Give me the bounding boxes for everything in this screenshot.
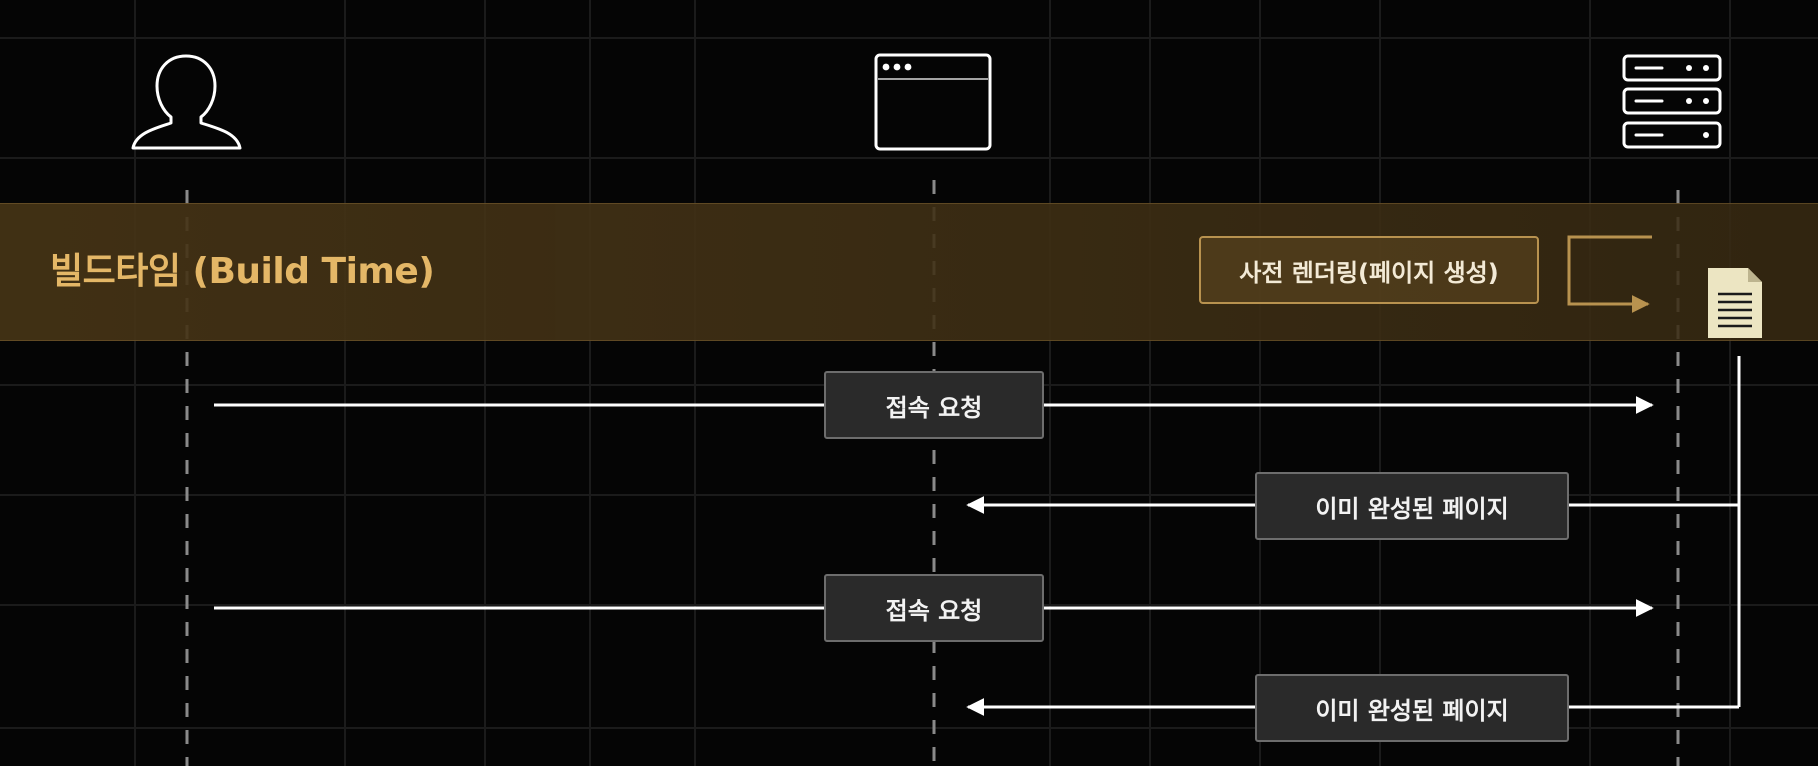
prerender-connector (1567, 235, 1652, 313)
browser-window-icon (874, 53, 992, 151)
request-label: 접속 요청 (824, 574, 1044, 642)
server-icon (1622, 54, 1722, 149)
request-label: 접속 요청 (824, 371, 1044, 439)
prerender-label: 사전 렌더링(페이지 생성) (1199, 236, 1539, 304)
user-icon (131, 54, 242, 150)
response-label: 이미 완성된 페이지 (1255, 472, 1569, 540)
build-time-title: 빌드타임 (Build Time) (50, 251, 435, 292)
sequence-diagram: 빌드타임 (Build Time) 사전 렌더링(페이지 생성) 접속 요청 이… (0, 0, 1818, 766)
response-label: 이미 완성된 페이지 (1255, 674, 1569, 742)
document-icon (1708, 268, 1762, 338)
